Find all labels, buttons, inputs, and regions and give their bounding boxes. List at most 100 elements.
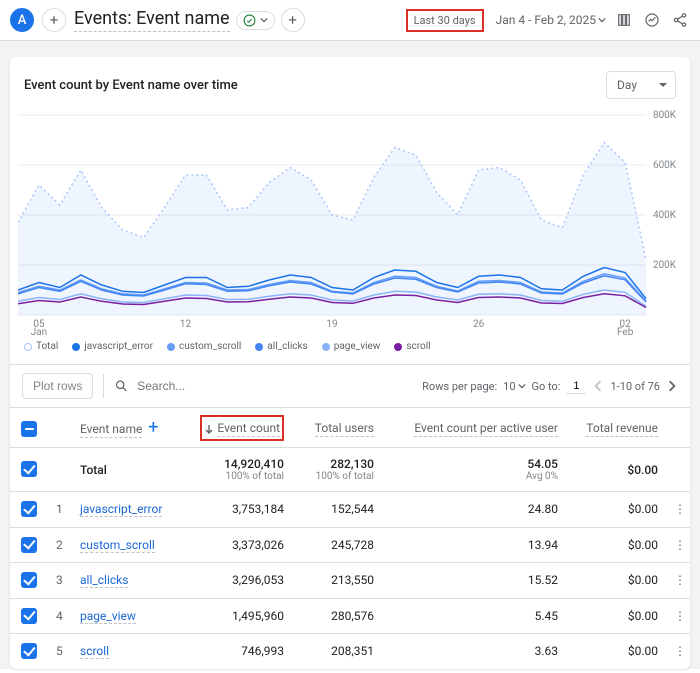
legend-swatch bbox=[322, 343, 330, 351]
col-header-users[interactable]: Total users bbox=[315, 421, 374, 437]
row-index: 4 bbox=[48, 598, 72, 634]
page-info: 1-10 of 76 bbox=[610, 380, 660, 393]
search-input[interactable] bbox=[135, 378, 416, 394]
row-checkbox[interactable] bbox=[21, 461, 37, 477]
add-dimension-button[interactable]: + bbox=[148, 417, 158, 438]
legend-item[interactable]: Total bbox=[24, 341, 58, 352]
x-axis-ticks: 05Jan12192602Feb bbox=[31, 319, 634, 335]
profile-avatar[interactable]: A bbox=[10, 8, 34, 32]
cell-users: 213,550 bbox=[292, 563, 382, 599]
table-row: 3all_clicks3,296,053213,55015.52$0.00⋮ bbox=[10, 563, 690, 599]
event-name-link[interactable]: custom_scroll bbox=[80, 538, 155, 553]
totals-label: Total bbox=[72, 448, 192, 492]
pagination: Rows per page: 10 Go to: 1-10 of 76 bbox=[422, 379, 678, 394]
row-menu-icon[interactable]: ⋮ bbox=[674, 609, 686, 623]
svg-text:Feb: Feb bbox=[617, 327, 634, 335]
add-left-button[interactable]: + bbox=[42, 8, 66, 32]
legend-swatch bbox=[72, 343, 80, 351]
cell-per-user: 13.94 bbox=[382, 527, 566, 563]
row-menu-icon[interactable]: ⋮ bbox=[674, 538, 686, 552]
row-checkbox[interactable] bbox=[21, 608, 37, 624]
date-range-text: Jan 4 - Feb 2, 2025 bbox=[496, 13, 596, 27]
table-row: 5scroll746,993208,3513.63$0.00⋮ bbox=[10, 634, 690, 669]
insights-icon[interactable] bbox=[642, 10, 662, 30]
col-header-name[interactable]: Event name bbox=[80, 422, 142, 438]
cell-count: 3,296,053 bbox=[192, 563, 292, 599]
prev-page-button[interactable] bbox=[592, 380, 604, 392]
svg-text:400K: 400K bbox=[653, 210, 676, 221]
row-menu-icon[interactable]: ⋮ bbox=[674, 644, 686, 658]
goto-input[interactable] bbox=[566, 379, 586, 394]
cell-per-user: 24.80 bbox=[382, 492, 566, 528]
cell-users: 208,351 bbox=[292, 634, 382, 669]
customize-columns-icon[interactable] bbox=[614, 10, 634, 30]
granularity-select[interactable]: Day bbox=[606, 71, 676, 99]
check-circle-icon bbox=[243, 14, 256, 27]
legend-item[interactable]: all_clicks bbox=[255, 341, 307, 352]
legend-swatch bbox=[394, 343, 402, 351]
date-range-picker[interactable]: Jan 4 - Feb 2, 2025 bbox=[496, 13, 606, 27]
table-row: 1javascript_error3,753,184152,54424.80$0… bbox=[10, 492, 690, 528]
svg-text:Jan: Jan bbox=[31, 327, 47, 335]
legend-label: custom_scroll bbox=[179, 341, 241, 352]
totals-row: Total 14,920,410100% of total 282,130100… bbox=[10, 448, 690, 492]
legend-label: all_clicks bbox=[267, 341, 307, 352]
row-menu-icon[interactable]: ⋮ bbox=[674, 573, 686, 587]
cell-count: 1,495,960 bbox=[192, 598, 292, 634]
svg-text:200K: 200K bbox=[653, 260, 676, 271]
date-preset-badge: Last 30 days bbox=[406, 9, 484, 32]
row-checkbox[interactable] bbox=[21, 643, 37, 659]
chart-series bbox=[18, 143, 646, 316]
svg-text:19: 19 bbox=[326, 319, 337, 330]
col-header-count[interactable]: Event count bbox=[217, 421, 280, 437]
table-toolbar: Plot rows Rows per page: 10 Go to: 1-10 … bbox=[10, 364, 690, 407]
cell-per-user: 3.63 bbox=[382, 634, 566, 669]
chart-legend: Total javascript_error custom_scroll all_cl… bbox=[10, 335, 690, 364]
sort-arrow-down-icon bbox=[204, 424, 214, 434]
plot-rows-button[interactable]: Plot rows bbox=[22, 373, 93, 399]
legend-item[interactable]: javascript_error bbox=[72, 341, 153, 352]
share-icon[interactable] bbox=[670, 10, 690, 30]
cell-revenue: $0.00 bbox=[566, 598, 666, 634]
svg-text:26: 26 bbox=[473, 319, 485, 330]
event-name-link[interactable]: scroll bbox=[80, 644, 109, 659]
status-pill[interactable] bbox=[236, 11, 275, 30]
rows-per-page-label: Rows per page: bbox=[422, 380, 497, 393]
col-header-count-highlighted: Event count bbox=[200, 415, 284, 441]
row-menu-icon[interactable]: ⋮ bbox=[674, 502, 686, 516]
legend-item[interactable]: page_view bbox=[322, 341, 381, 352]
row-index: 1 bbox=[48, 492, 72, 528]
row-checkbox[interactable] bbox=[21, 501, 37, 517]
legend-label: page_view bbox=[334, 341, 381, 352]
y-axis-ticks: 200K400K600K800K bbox=[653, 110, 676, 271]
row-checkbox[interactable] bbox=[21, 537, 37, 553]
col-header-per-user[interactable]: Event count per active user bbox=[414, 421, 558, 437]
table-row: 4page_view1,495,960280,5765.45$0.00⋮ bbox=[10, 598, 690, 634]
legend-item[interactable]: custom_scroll bbox=[167, 341, 241, 352]
cell-users: 245,728 bbox=[292, 527, 382, 563]
add-filter-button[interactable]: + bbox=[281, 8, 305, 32]
legend-swatch bbox=[24, 343, 32, 351]
select-all-checkbox[interactable] bbox=[21, 421, 37, 437]
event-name-link[interactable]: page_view bbox=[80, 609, 136, 624]
cell-revenue: $0.00 bbox=[566, 634, 666, 669]
event-name-link[interactable]: all_clicks bbox=[80, 573, 128, 588]
legend-label: javascript_error bbox=[84, 341, 153, 352]
page-title[interactable]: Events: Event name bbox=[74, 8, 230, 32]
cell-per-user: 15.52 bbox=[382, 563, 566, 599]
data-table: Event name + Event count Total users Eve… bbox=[10, 407, 690, 669]
top-bar: A + Events: Event name + Last 30 days Ja… bbox=[0, 0, 700, 41]
cell-revenue: $0.00 bbox=[566, 527, 666, 563]
col-header-revenue[interactable]: Total revenue bbox=[586, 421, 658, 437]
legend-label: Total bbox=[36, 341, 58, 352]
row-checkbox[interactable] bbox=[21, 572, 37, 588]
next-page-button[interactable] bbox=[666, 380, 678, 392]
legend-swatch bbox=[255, 343, 263, 351]
cell-users: 280,576 bbox=[292, 598, 382, 634]
chart[interactable]: 200K400K600K800K 05Jan12192602Feb bbox=[10, 105, 690, 335]
cell-users: 152,544 bbox=[292, 492, 382, 528]
event-name-link[interactable]: javascript_error bbox=[80, 502, 162, 517]
legend-item[interactable]: scroll bbox=[394, 341, 430, 352]
rows-per-page-select[interactable]: 10 bbox=[503, 380, 525, 393]
row-index: 2 bbox=[48, 527, 72, 563]
